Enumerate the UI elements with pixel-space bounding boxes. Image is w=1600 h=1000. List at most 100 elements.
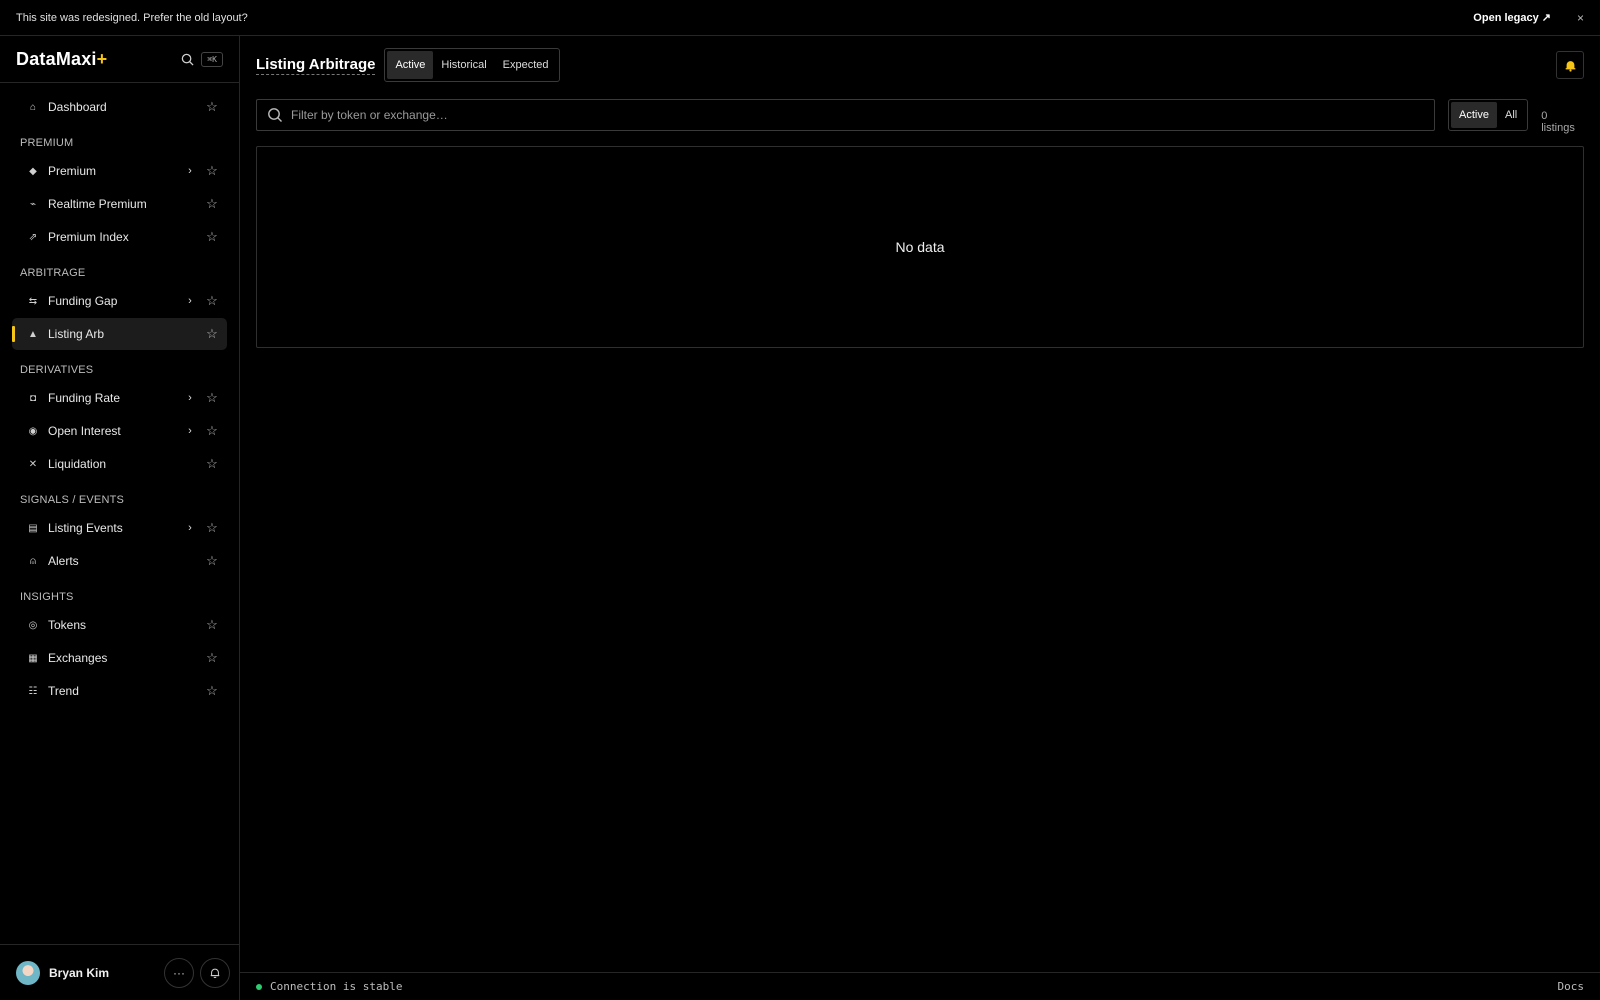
notifications-button[interactable] xyxy=(200,957,230,988)
sidebar-item-label: Premium xyxy=(48,164,97,178)
star-icon[interactable]: ☆ xyxy=(205,520,219,536)
sidebar-item-premium[interactable]: ◆ Premium › ☆ xyxy=(12,155,227,187)
trend-up-icon: ⇗ xyxy=(28,231,38,243)
chevron-right-icon[interactable]: › xyxy=(183,165,197,177)
tab-historical[interactable]: Historical xyxy=(433,51,494,79)
filter-row: Active All 0 listings xyxy=(240,96,1600,134)
search-icon[interactable] xyxy=(179,51,195,67)
sidebar-item-label: Alerts xyxy=(48,554,79,568)
chevron-right-icon[interactable]: › xyxy=(183,425,197,437)
triangle-icon: ▲ xyxy=(28,328,38,340)
listing-count: 0 listings xyxy=(1541,110,1575,134)
more-options-button[interactable]: ··· xyxy=(164,957,194,988)
user-name[interactable]: Bryan Kim xyxy=(49,966,158,980)
chevron-right-icon[interactable]: › xyxy=(183,392,197,404)
listings-table: No data xyxy=(256,146,1584,348)
star-icon[interactable]: ☆ xyxy=(205,390,219,406)
coin-icon: ◎ xyxy=(28,619,38,631)
sidebar-item-label: Premium Index xyxy=(48,230,129,244)
sidebar: DataMaxi+ ⌘K ⌂ Dashboard ☆ PREMIUM ◆ Pre… xyxy=(0,36,240,1000)
section-insights: INSIGHTS xyxy=(20,591,74,603)
section-arbitrage: ARBITRAGE xyxy=(20,267,86,279)
sidebar-item-trend[interactable]: ☷ Trend ☆ xyxy=(12,675,227,707)
page-title: Listing Arbitrage xyxy=(256,55,376,75)
star-icon[interactable]: ☆ xyxy=(205,99,219,115)
view-tabs: Active Historical Expected xyxy=(384,48,560,82)
section-premium: PREMIUM xyxy=(20,137,74,149)
search-icon xyxy=(268,108,282,122)
filter-input[interactable] xyxy=(291,108,1391,122)
star-icon[interactable]: ☆ xyxy=(205,293,219,309)
brand-logo[interactable]: DataMaxi+ xyxy=(16,49,179,70)
search-shortcut-badge: ⌘K xyxy=(201,51,223,67)
connection-status: Connection is stable xyxy=(270,980,403,993)
alert-icon: ⍝ xyxy=(30,555,36,567)
sidebar-item-listing-arb[interactable]: ▲ Listing Arb ☆ xyxy=(12,318,227,350)
sidebar-item-label: Exchanges xyxy=(48,651,108,665)
pulse-icon: ⌁ xyxy=(29,198,37,210)
sidebar-item-funding-gap[interactable]: ⇆ Funding Gap › ☆ xyxy=(12,285,227,317)
status-filter: Active All xyxy=(1448,99,1529,131)
home-icon: ⌂ xyxy=(29,101,37,113)
docs-link[interactable]: Docs xyxy=(1558,980,1585,993)
brand-bar: DataMaxi+ ⌘K xyxy=(0,36,239,83)
sidebar-item-label: Listing Arb xyxy=(48,327,105,341)
grid-icon: ▦ xyxy=(28,652,38,664)
star-icon[interactable]: ☆ xyxy=(205,553,219,569)
banner-close-button[interactable]: × xyxy=(1577,11,1584,25)
sidebar-item-label: Open Interest xyxy=(48,424,121,438)
star-icon[interactable]: ☆ xyxy=(205,650,219,666)
avatar[interactable] xyxy=(16,960,40,985)
banner-message: This site was redesigned. Prefer the old… xyxy=(16,11,248,24)
rate-icon: ◘ xyxy=(29,392,37,404)
star-icon[interactable]: ☆ xyxy=(205,617,219,633)
brand-name: DataMaxi xyxy=(16,48,97,69)
star-icon[interactable]: ☆ xyxy=(205,196,219,212)
connection-status-dot xyxy=(256,983,262,990)
sidebar-item-label: Dashboard xyxy=(48,100,107,114)
filter-search-box xyxy=(256,99,1436,131)
alerts-bell-button[interactable] xyxy=(1556,51,1584,79)
empty-state-text: No data xyxy=(895,239,945,255)
sidebar-item-listing-events[interactable]: ▤ Listing Events › ☆ xyxy=(12,512,227,544)
status-all-option[interactable]: All xyxy=(1497,102,1525,128)
redesign-banner: This site was redesigned. Prefer the old… xyxy=(0,0,1600,36)
star-icon[interactable]: ☆ xyxy=(205,163,219,179)
sidebar-item-tokens[interactable]: ◎ Tokens ☆ xyxy=(12,609,227,641)
user-panel: Bryan Kim ··· xyxy=(0,944,239,1000)
sidebar-item-funding-rate[interactable]: ◘ Funding Rate › ☆ xyxy=(12,382,227,414)
sidebar-item-label: Trend xyxy=(48,684,79,698)
sidebar-item-label: Funding Rate xyxy=(48,391,121,405)
main-content: Listing Arbitrage Active Historical Expe… xyxy=(240,36,1600,1000)
chevron-right-icon[interactable]: › xyxy=(183,522,197,534)
star-icon[interactable]: ☆ xyxy=(205,229,219,245)
sidebar-item-label: Tokens xyxy=(48,618,87,632)
sliders-icon: ⇆ xyxy=(28,295,38,307)
bell-icon xyxy=(210,968,220,978)
sidebar-item-open-interest[interactable]: ◉ Open Interest › ☆ xyxy=(12,415,227,447)
sidebar-item-liquidation[interactable]: ✕ Liquidation ☆ xyxy=(12,448,227,480)
sidebar-item-realtime-premium[interactable]: ⌁ Realtime Premium ☆ xyxy=(12,188,227,220)
status-active-option[interactable]: Active xyxy=(1451,102,1497,128)
chevron-right-icon[interactable]: › xyxy=(183,295,197,307)
tab-expected[interactable]: Expected xyxy=(495,51,557,79)
star-icon[interactable]: ☆ xyxy=(205,423,219,439)
tab-active[interactable]: Active xyxy=(387,51,434,79)
trend-icon: ☷ xyxy=(28,685,38,697)
sidebar-item-premium-index[interactable]: ⇗ Premium Index ☆ xyxy=(12,221,227,253)
target-icon: ◉ xyxy=(28,425,38,437)
sidebar-item-alerts[interactable]: ⍝ Alerts ☆ xyxy=(12,545,227,577)
sidebar-item-label: Liquidation xyxy=(48,457,107,471)
diamond-icon: ◆ xyxy=(29,165,37,177)
sidebar-item-exchanges[interactable]: ▦ Exchanges ☆ xyxy=(12,642,227,674)
star-icon[interactable]: ☆ xyxy=(205,683,219,699)
open-legacy-link[interactable]: Open legacy ↗ xyxy=(1473,11,1551,24)
star-icon[interactable]: ☆ xyxy=(205,326,219,342)
bell-icon xyxy=(1565,60,1575,72)
sidebar-item-dashboard[interactable]: ⌂ Dashboard ☆ xyxy=(12,91,227,123)
sidebar-nav: ⌂ Dashboard ☆ PREMIUM ◆ Premium › ☆ ⌁ Re… xyxy=(0,83,239,707)
star-icon[interactable]: ☆ xyxy=(205,456,219,472)
cross-icon: ✕ xyxy=(28,458,38,470)
sidebar-item-label: Listing Events xyxy=(48,521,123,535)
sidebar-item-label: Realtime Premium xyxy=(48,197,147,211)
